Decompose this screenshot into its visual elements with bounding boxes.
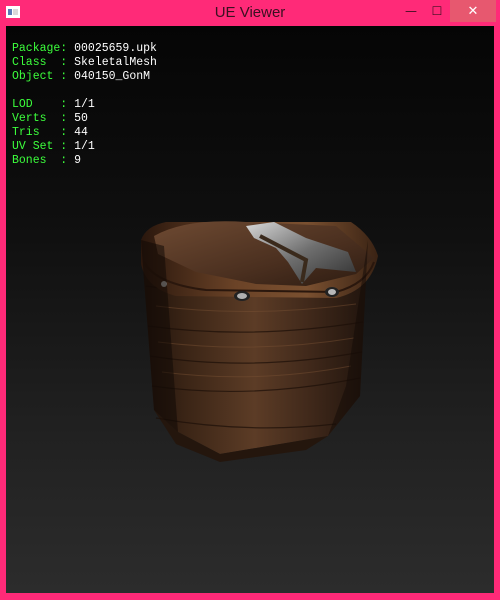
minimize-button[interactable]: — — [398, 0, 424, 22]
info-row-class: Class : SkeletalMesh — [12, 56, 157, 69]
info-row-verts: Verts : 50 — [12, 112, 88, 125]
info-row-object: Object : 040150_GonM — [12, 70, 151, 83]
info-row-package: Package: 00025659.upk — [12, 42, 157, 55]
mesh-info-panel: Package: 00025659.upk Class : SkeletalMe… — [12, 42, 157, 168]
info-row-tris: Tris : 44 — [12, 126, 88, 139]
info-row-bones: Bones : 9 — [12, 154, 82, 167]
app-window: UE Viewer — ☐ ✕ Package: 00025659.upk Cl… — [0, 0, 500, 600]
close-button[interactable]: ✕ — [450, 0, 496, 22]
title-bar[interactable]: UE Viewer — ☐ ✕ — [0, 0, 500, 26]
info-row-lod: LOD : 1/1 — [12, 98, 95, 111]
info-row-uvset: UV Set : 1/1 — [12, 140, 95, 153]
maximize-button[interactable]: ☐ — [424, 0, 450, 22]
3d-viewport[interactable]: Package: 00025659.upk Class : SkeletalMe… — [6, 26, 494, 593]
